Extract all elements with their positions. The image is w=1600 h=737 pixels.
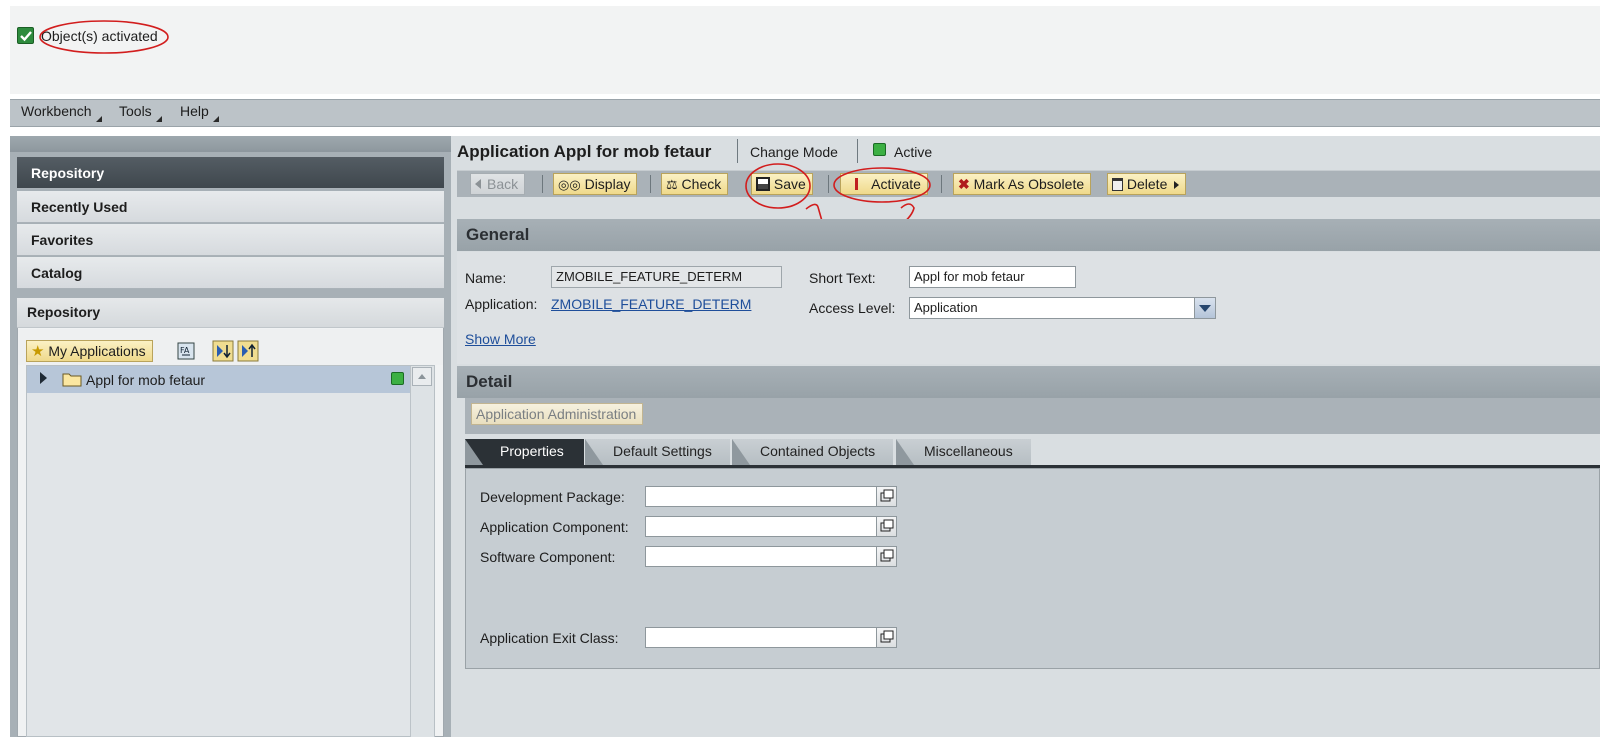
nav-repository[interactable]: Repository — [17, 157, 444, 189]
tab-miscellaneous[interactable]: Miscellaneous — [896, 439, 1031, 465]
find-icon[interactable]: FA — [176, 340, 198, 362]
mode-label: Change Mode — [750, 144, 838, 160]
toolbar-separator — [650, 175, 651, 193]
dropdown-arrow-icon[interactable] — [1194, 297, 1216, 319]
app-component-label: Application Component: — [480, 519, 629, 535]
menu-bar — [10, 99, 1600, 127]
general-section-header: General — [457, 219, 1600, 251]
left-panel-header — [10, 136, 451, 152]
annotation-circle-message — [39, 20, 169, 54]
menu-workbench[interactable]: Workbench — [21, 103, 102, 122]
properties-panel — [465, 468, 1600, 669]
tab-fold — [465, 439, 483, 465]
mark-as-obsolete-button[interactable]: ✖ Mark As Obsolete — [953, 173, 1092, 195]
value-help-icon[interactable] — [876, 486, 897, 507]
back-button[interactable]: Back — [470, 173, 526, 195]
dev-package-input[interactable] — [645, 486, 877, 507]
check-syntax-icon: ⚖ — [666, 177, 678, 192]
expand-up-icon[interactable] — [237, 340, 259, 362]
status-text: Active — [894, 144, 933, 160]
check-button[interactable]: ⚖ Check — [661, 173, 729, 195]
dev-package-label: Development Package: — [480, 489, 625, 505]
tree-scrollbar[interactable] — [410, 366, 434, 737]
success-check-icon — [17, 27, 34, 44]
nav-catalog[interactable]: Catalog — [17, 257, 444, 289]
name-field: ZMOBILE_FEATURE_DETERM — [551, 266, 782, 288]
short-text-input[interactable]: Appl for mob fetaur — [909, 266, 1076, 288]
submenu-indicator-icon — [95, 116, 102, 122]
tab-properties[interactable]: Properties — [465, 439, 584, 465]
repository-tree — [26, 365, 435, 737]
tab-fold — [732, 439, 750, 465]
display-button[interactable]: ◎◎ Display — [553, 173, 638, 195]
page-title: Application Appl for mob fetaur — [457, 142, 712, 161]
my-applications-button[interactable]: ★ My Applications — [26, 340, 153, 362]
toolbar-separator — [941, 175, 942, 193]
repository-title: Repository — [17, 298, 444, 328]
submenu-indicator-icon — [155, 116, 162, 122]
glasses-icon: ◎◎ — [558, 177, 581, 192]
detail-section-header: Detail — [457, 366, 1600, 398]
tab-fold — [585, 439, 603, 465]
obsolete-icon: ✖ — [958, 176, 970, 192]
value-help-icon[interactable] — [876, 627, 897, 648]
toolbar-separator — [542, 175, 543, 193]
nav-recently-used[interactable]: Recently Used — [17, 191, 444, 223]
application-administration-button[interactable]: Application Administration — [471, 403, 644, 425]
sw-component-label: Software Component: — [480, 549, 616, 565]
expand-arrow-icon[interactable] — [40, 372, 47, 384]
svg-text:FA: FA — [180, 346, 190, 355]
tab-fold — [896, 439, 914, 465]
name-label: Name: — [465, 270, 507, 286]
separator — [737, 139, 738, 163]
back-arrow-icon — [475, 179, 481, 189]
sw-component-input[interactable] — [645, 546, 877, 567]
tab-contained-objects[interactable]: Contained Objects — [732, 439, 894, 465]
value-help-icon[interactable] — [876, 516, 897, 537]
active-status-icon — [873, 143, 886, 156]
access-level-select[interactable]: Application — [909, 297, 1195, 319]
dropdown-arrow-icon — [1174, 181, 1180, 189]
application-label: Application: — [465, 296, 538, 312]
delete-button[interactable]: Delete — [1107, 173, 1187, 195]
star-icon: ★ — [31, 343, 45, 360]
application-link[interactable]: ZMOBILE_FEATURE_DETERM — [551, 296, 751, 312]
nav-favorites[interactable]: Favorites — [17, 224, 444, 256]
exit-class-label: Application Exit Class: — [480, 630, 619, 646]
message-area — [10, 6, 1600, 94]
active-status-icon — [391, 372, 404, 385]
tab-default-settings[interactable]: Default Settings — [585, 439, 730, 465]
submenu-indicator-icon — [212, 116, 219, 122]
menu-help[interactable]: Help — [180, 103, 219, 122]
exit-class-input[interactable] — [645, 627, 877, 648]
access-level-label: Access Level: — [809, 300, 896, 316]
trash-icon — [1112, 178, 1123, 191]
show-more-link[interactable]: Show More — [465, 331, 536, 347]
expand-down-icon[interactable] — [212, 340, 234, 362]
tree-item[interactable] — [27, 366, 410, 393]
tree-item-label: Appl for mob fetaur — [86, 372, 206, 388]
menu-tools[interactable]: Tools — [119, 103, 162, 122]
folder-icon — [62, 373, 82, 387]
app-component-input[interactable] — [645, 516, 877, 537]
value-help-icon[interactable] — [876, 546, 897, 567]
short-text-label: Short Text: — [809, 270, 876, 286]
scroll-up-icon[interactable] — [412, 367, 432, 386]
